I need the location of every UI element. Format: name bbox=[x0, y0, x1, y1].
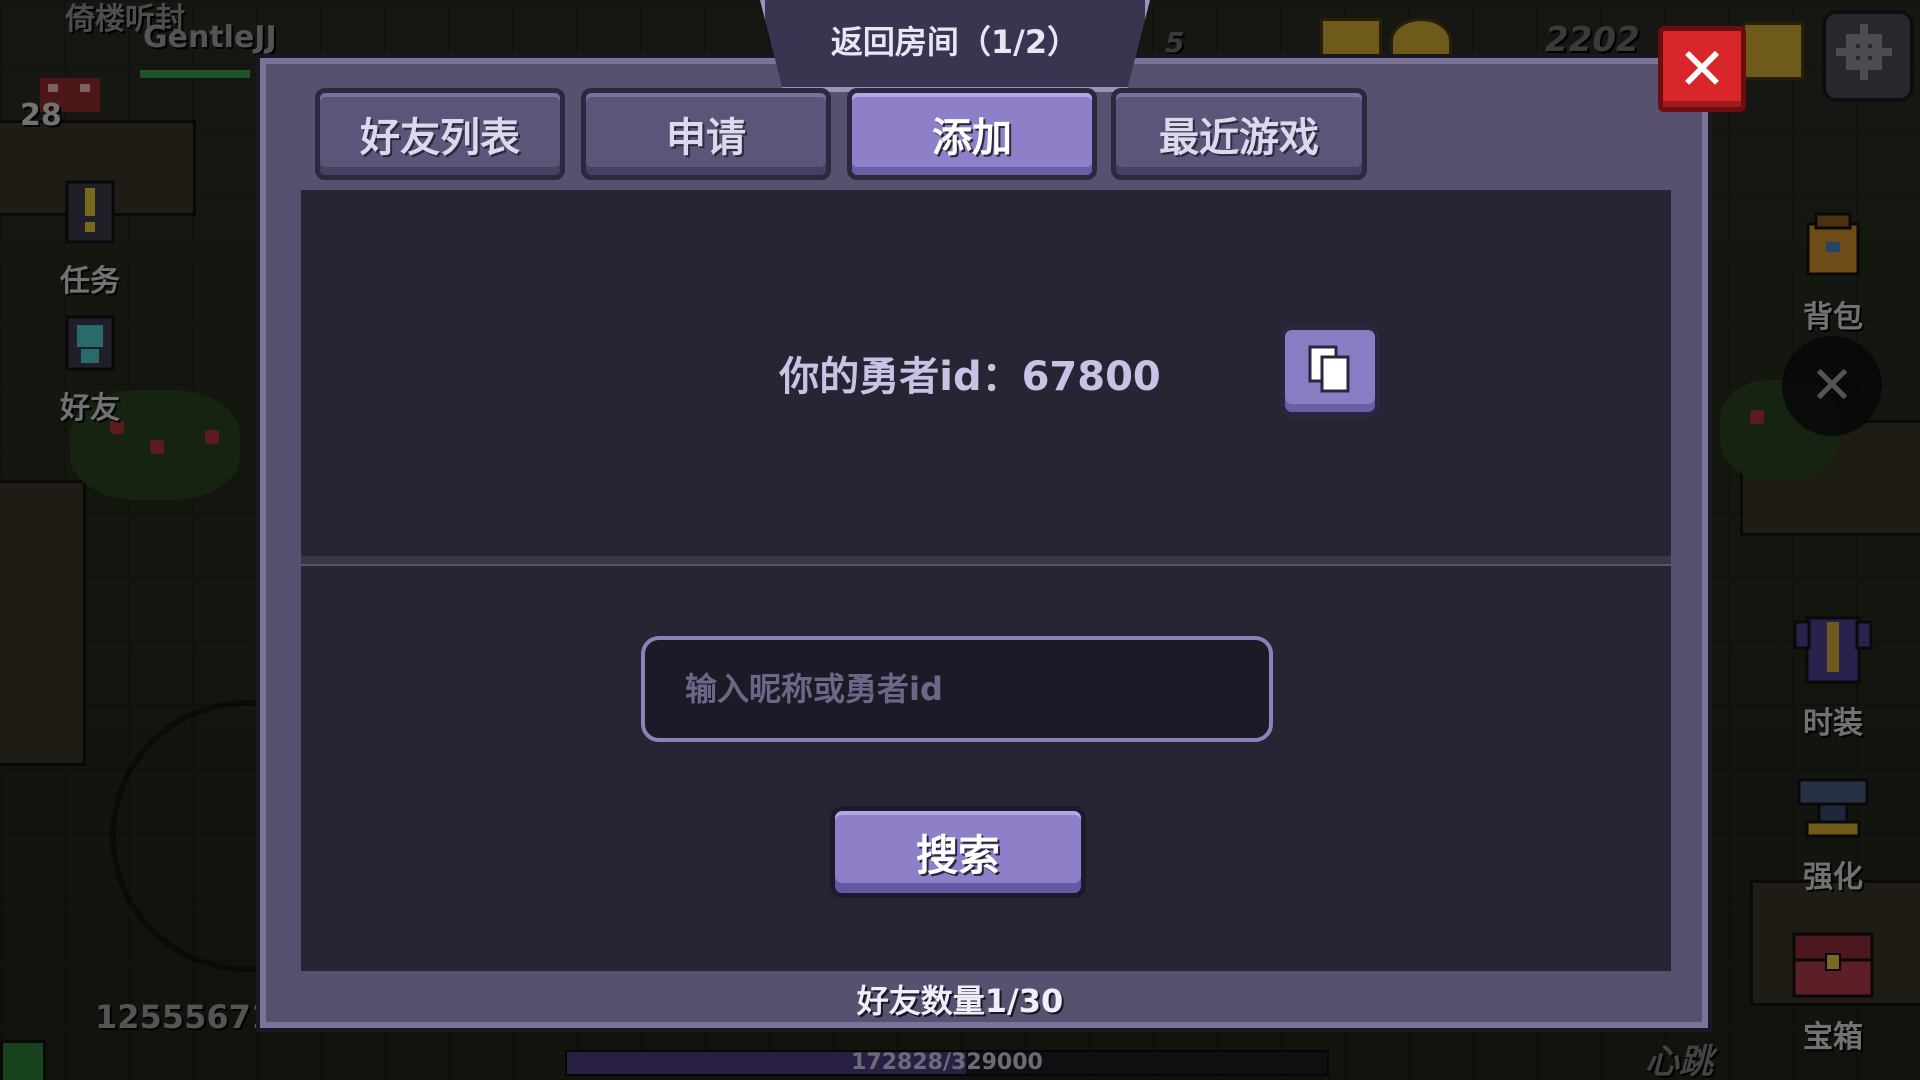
tab-label: 申请 bbox=[666, 115, 746, 161]
return-room-banner[interactable]: 返回房间（1/2） bbox=[760, 0, 1150, 92]
friend-count: 好友数量1/30 bbox=[856, 982, 1064, 1020]
close-icon: ✕ bbox=[1677, 35, 1727, 103]
tab-recent-games[interactable]: 最近游戏 bbox=[1111, 88, 1367, 180]
tab-requests[interactable]: 申请 bbox=[581, 88, 831, 180]
hero-id-text: 你的勇者id：67800 bbox=[779, 354, 1161, 400]
tab-friend-list[interactable]: 好友列表 bbox=[315, 88, 565, 180]
search-input[interactable] bbox=[641, 636, 1273, 742]
tab-add[interactable]: 添加 bbox=[847, 88, 1097, 180]
copy-id-button[interactable] bbox=[1280, 325, 1380, 417]
search-button-label: 搜索 bbox=[915, 830, 1000, 880]
search-button[interactable]: 搜索 bbox=[830, 806, 1086, 898]
copy-icon bbox=[1304, 343, 1356, 399]
dialog-title: 返回房间（1/2） bbox=[830, 22, 1080, 61]
close-button[interactable]: ✕ bbox=[1658, 26, 1746, 112]
tab-label: 好友列表 bbox=[360, 115, 520, 161]
panel-divider bbox=[301, 556, 1671, 564]
search-panel bbox=[301, 566, 1671, 971]
tab-label: 最近游戏 bbox=[1159, 115, 1319, 161]
tab-label: 添加 bbox=[932, 115, 1012, 161]
